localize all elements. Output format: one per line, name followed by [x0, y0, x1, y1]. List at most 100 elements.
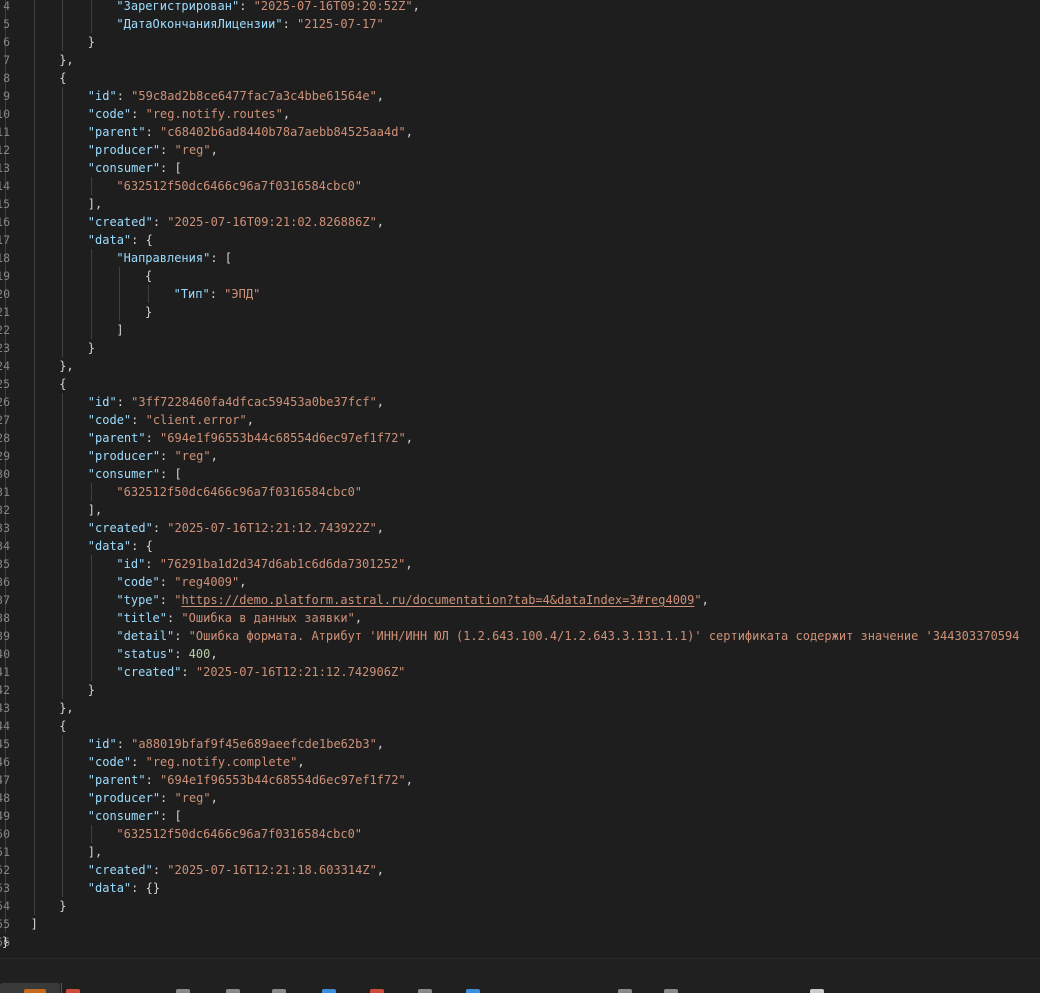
code-line[interactable]: 5 "ДатаОкончанияЛицензии": "2125-07-17" [0, 15, 1040, 33]
json-string: "ЭПД" [224, 287, 261, 301]
code-line[interactable]: 10 "code": "reg.notify.routes", [0, 105, 1040, 123]
line-number: 34 [0, 539, 10, 553]
code-line[interactable]: 23} [0, 339, 1040, 357]
code-editor[interactable]: 4 "Зарегистрирован": "2025-07-16T09:20:52… [0, 0, 1040, 958]
code-text: "code": "reg4009", [116, 573, 246, 591]
json-punctuation: : [152, 215, 168, 229]
code-line[interactable]: 25 { [0, 375, 1040, 393]
code-line[interactable]: 49 "consumer": [ [0, 807, 1040, 825]
code-line[interactable]: 45 "id": "a88019bfaf9f45e689aeefcde1be62b… [0, 735, 1040, 753]
code-line[interactable]: 8{ [0, 69, 1040, 87]
json-key: "id" [87, 395, 117, 409]
taskbar-app-icon[interactable] [618, 989, 632, 993]
code-line[interactable]: 36 "code": "reg4009", [0, 573, 1040, 591]
code-line[interactable]: 39 "detail": "Ошибка формата. Атрибут 'ИН… [0, 627, 1040, 645]
json-key: "consumer" [87, 161, 161, 175]
code-line[interactable]: 4 "Зарегистрирован": "2025-07-16T09:20:52… [0, 0, 1040, 15]
json-punctuation: : [174, 629, 189, 643]
code-line[interactable]: 22] [0, 321, 1040, 339]
code-line[interactable]: 12 "producer": "reg", [0, 141, 1040, 159]
code-line[interactable]: 40 "status": 400, [0, 645, 1040, 663]
code-line[interactable]: 18 "Направления": [ [0, 249, 1040, 267]
json-punctuation: } [2, 935, 10, 949]
code-line[interactable]: 33 "created": "2025-07-16T12:21:12.743922… [0, 519, 1040, 537]
json-punctuation: : [131, 755, 146, 769]
code-line[interactable]: 20 "Тип": "ЭПД" [0, 285, 1040, 303]
code-line[interactable]: 47 "parent": "694e1f96553b44c68554d6ec97e… [0, 771, 1040, 789]
taskbar-app-icon[interactable] [370, 989, 384, 993]
code-line[interactable]: 52 "created": "2025-07-16T12:21:18.603314… [0, 861, 1040, 879]
json-string: "reg.notify.routes" [145, 107, 283, 121]
json-key: "id" [87, 89, 117, 103]
taskbar [0, 958, 1040, 993]
code-line[interactable]: 30 "consumer": [ [0, 465, 1040, 483]
code-text: "parent": "694e1f96553b44c68554d6ec97ef1… [88, 429, 413, 447]
json-url-link[interactable]: https://demo.platform.astral.ru/document… [181, 593, 694, 607]
code-line[interactable]: 55] [0, 915, 1040, 933]
code-line[interactable]: 54} [0, 897, 1040, 915]
taskbar-app-icon[interactable] [226, 989, 240, 993]
code-line[interactable]: 51], [0, 843, 1040, 861]
line-number: 6 [3, 35, 10, 49]
line-number: 44 [0, 719, 10, 733]
json-key: "code" [87, 107, 132, 121]
code-text: "id": "76291ba1d2d347d6ab1c6d6da7301252"… [116, 555, 412, 573]
line-number: 21 [0, 305, 10, 319]
code-line[interactable]: 34 "data": { [0, 537, 1040, 555]
json-punctuation: : { [131, 539, 153, 553]
line-number: 55 [0, 917, 10, 931]
line-number: 14 [0, 179, 10, 193]
code-line[interactable]: 28 "parent": "694e1f96553b44c68554d6ec97e… [0, 429, 1040, 447]
json-string: "reg" [174, 791, 211, 805]
code-line[interactable]: 6} [0, 33, 1040, 51]
line-number: 36 [0, 575, 10, 589]
code-line[interactable]: 29 "producer": "reg", [0, 447, 1040, 465]
json-punctuation: , [376, 215, 385, 229]
json-string: "632512f50dc6466c96a7f0316584cbc0" [116, 485, 363, 499]
json-string: "reg4009" [174, 575, 240, 589]
taskbar-app-icon[interactable] [66, 989, 80, 993]
code-line[interactable]: 11 "parent": "c68402b6ad8440b78a7aebb8452… [0, 123, 1040, 141]
taskbar-app-icon[interactable] [272, 989, 286, 993]
code-line[interactable]: 46 "code": "reg.notify.complete", [0, 753, 1040, 771]
code-line[interactable]: 48 "producer": "reg", [0, 789, 1040, 807]
code-line[interactable]: 53 "data": {} [0, 879, 1040, 897]
code-text: "data": {} [88, 879, 160, 897]
code-line[interactable]: 7}, [0, 51, 1040, 69]
code-line[interactable]: 15], [0, 195, 1040, 213]
code-line[interactable]: 42} [0, 681, 1040, 699]
code-line[interactable]: 44 { [0, 717, 1040, 735]
json-punctuation: , [376, 863, 385, 877]
code-line[interactable]: 41 "created": "2025-07-16T12:21:12.742906… [0, 663, 1040, 681]
taskbar-app-icon[interactable] [810, 989, 824, 993]
line-number: 24 [0, 359, 10, 373]
code-line[interactable]: 21} [0, 303, 1040, 321]
taskbar-app-icon[interactable] [466, 989, 480, 993]
code-line[interactable]: 16 "created": "2025-07-16T09:21:02.826886… [0, 213, 1040, 231]
code-line[interactable]: 31 "632512f50dc6466c96a7f0316584cbc0" [0, 483, 1040, 501]
json-punctuation: ] [116, 323, 124, 337]
taskbar-app-icon[interactable] [176, 989, 190, 993]
code-line[interactable]: 17 "data": { [0, 231, 1040, 249]
json-string: "2025-07-16T09:20:52Z" [253, 0, 413, 13]
code-line[interactable]: 50 "632512f50dc6466c96a7f0316584cbc0" [0, 825, 1040, 843]
code-text: "consumer": [ [88, 465, 182, 483]
code-line[interactable]: 37 "type": "https://demo.platform.astral.… [0, 591, 1040, 609]
taskbar-app-icon[interactable] [418, 989, 432, 993]
code-line[interactable]: 38 "title": "Ошибка в данных заявки", [0, 609, 1040, 627]
code-line[interactable]: 32], [0, 501, 1040, 519]
json-key: "consumer" [87, 809, 161, 823]
code-line[interactable]: 56} [0, 933, 1040, 951]
taskbar-app-icon[interactable] [322, 989, 336, 993]
taskbar-app-icon[interactable] [664, 989, 678, 993]
json-punctuation: : [ [160, 467, 182, 481]
code-line[interactable]: 26 "id": "3ff7228460fa4dfcac59453a0be37fc… [0, 393, 1040, 411]
code-line[interactable]: 24}, [0, 357, 1040, 375]
code-line[interactable]: 43}, [0, 699, 1040, 717]
code-line[interactable]: 27 "code": "client.error", [0, 411, 1040, 429]
code-line[interactable]: 35 "id": "76291ba1d2d347d6ab1c6d6da730125… [0, 555, 1040, 573]
code-line[interactable]: 13 "consumer": [ [0, 159, 1040, 177]
code-line[interactable]: 14 "632512f50dc6466c96a7f0316584cbc0" [0, 177, 1040, 195]
code-line[interactable]: 9 "id": "59c8ad2b8ce6477fac7a3c4bbe61564e… [0, 87, 1040, 105]
code-line[interactable]: 19 { [0, 267, 1040, 285]
